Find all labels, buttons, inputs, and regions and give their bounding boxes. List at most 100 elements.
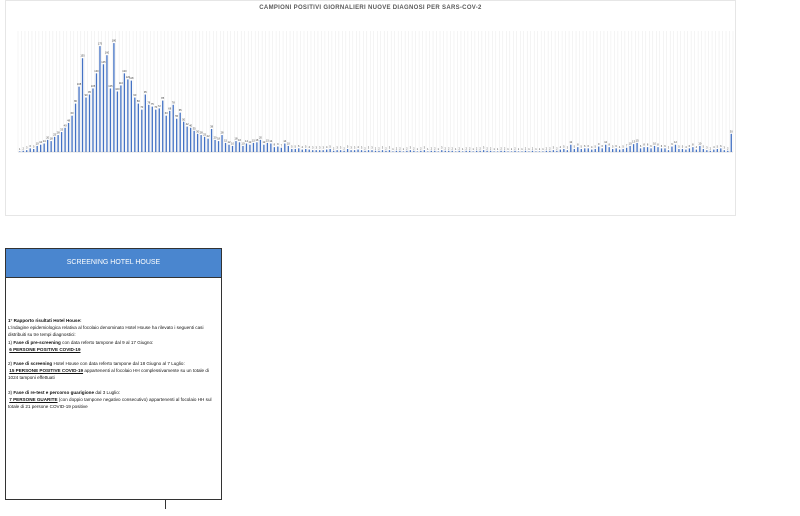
data-label: 6: [650, 144, 652, 148]
bar: [475, 150, 478, 152]
bar: [486, 150, 488, 152]
data-label: 3: [483, 146, 485, 150]
data-label: 3: [706, 146, 708, 150]
data-label: 2: [375, 146, 377, 150]
data-label: 8: [657, 143, 659, 147]
bar: [472, 151, 474, 152]
bar: [514, 150, 516, 152]
data-label: 10: [287, 141, 290, 145]
data-label: 2: [504, 146, 506, 150]
bar: [336, 150, 338, 152]
data-label: 2: [399, 146, 401, 150]
bar: [413, 150, 415, 152]
bar: [339, 150, 342, 152]
bar: [521, 151, 523, 152]
data-label: 100: [115, 87, 120, 91]
bar: [176, 118, 178, 152]
bar: [200, 135, 202, 152]
bar: [531, 150, 534, 152]
data-label: 16: [238, 138, 241, 142]
bar: [350, 150, 352, 152]
data-label: 6: [664, 144, 666, 148]
bar: [409, 150, 412, 152]
bar: [120, 85, 122, 152]
data-label: 3: [354, 146, 356, 150]
data-label: 18: [50, 137, 53, 141]
data-label: 1: [535, 147, 537, 151]
phase-2-result-line: 15 PERSONE POSITIVE COVID-19 appartenent…: [8, 367, 220, 374]
bar: [193, 130, 195, 152]
bar: [601, 148, 603, 152]
data-label: 5: [305, 144, 307, 148]
bar: [67, 122, 70, 152]
bar: [605, 144, 607, 152]
phase-1-result-line: 6 PERSONE POSITIVE COVID-19: [8, 346, 220, 353]
bar: [134, 97, 136, 152]
data-label: 7: [281, 143, 283, 147]
bar: [102, 64, 105, 152]
bar: [570, 144, 572, 152]
report-intro-line-1: L'indagine epidemiologica relativa al fo…: [8, 325, 204, 331]
screening-panel: SCREENING HOTEL HOUSE 1° Rapporto risult…: [5, 248, 222, 500]
bar: [113, 43, 115, 152]
bar: [210, 129, 213, 152]
data-label: 5: [347, 144, 349, 148]
data-label: 2: [413, 146, 415, 150]
data-label: 30: [730, 129, 733, 133]
data-label: 2: [431, 146, 433, 150]
bar: [559, 149, 562, 152]
data-label: 2: [727, 146, 729, 150]
bar: [71, 115, 73, 152]
data-label: 2: [452, 146, 454, 150]
data-label: 33: [60, 128, 63, 132]
data-label: 60: [165, 111, 168, 115]
bar: [451, 150, 453, 152]
data-label: 5: [682, 144, 684, 148]
bar: [395, 150, 398, 152]
bar: [622, 148, 624, 152]
data-label: 12: [569, 140, 572, 144]
data-label: 3: [371, 146, 373, 150]
bar: [455, 151, 457, 152]
bar: [196, 133, 199, 152]
data-label: 3: [724, 146, 726, 150]
bar: [399, 150, 401, 152]
bar: [137, 103, 139, 152]
bar: [462, 151, 464, 152]
data-label: 6: [615, 144, 617, 148]
data-label: 108: [77, 82, 82, 86]
data-label: 2: [532, 146, 534, 150]
bar: [563, 148, 565, 152]
data-label: 5: [581, 144, 583, 148]
data-label: 2: [514, 146, 516, 150]
bar: [423, 150, 425, 152]
data-label: 5: [295, 144, 297, 148]
data-label: 38: [210, 125, 213, 129]
data-label: 105: [108, 84, 113, 88]
phase-2-text: Hotel House con data referto tampone dal…: [52, 361, 185, 367]
phase-3-text: dal 3 Luglio:: [94, 389, 121, 395]
data-label: 3: [312, 146, 314, 150]
bar: [224, 142, 227, 152]
data-label: 1: [539, 147, 541, 151]
bar: [315, 150, 317, 152]
data-label: 1: [19, 147, 21, 151]
bar: [580, 148, 582, 152]
phase-3-total-line: totale di 21 persone COVID-19 positive: [8, 404, 88, 410]
bar: [284, 143, 286, 152]
bar: [695, 149, 698, 152]
bar: [441, 150, 443, 152]
data-label: 8: [692, 143, 694, 147]
data-label: 105: [91, 84, 96, 88]
data-label: 3: [350, 146, 352, 150]
data-label: 48: [67, 118, 70, 122]
bar: [618, 149, 621, 152]
bar: [639, 148, 642, 152]
data-label: 28: [221, 131, 224, 135]
bar: [528, 151, 530, 152]
bar: [231, 145, 234, 152]
bar: [699, 145, 701, 152]
bar: [629, 145, 631, 152]
bar: [448, 150, 450, 152]
data-label: 5: [612, 144, 614, 148]
